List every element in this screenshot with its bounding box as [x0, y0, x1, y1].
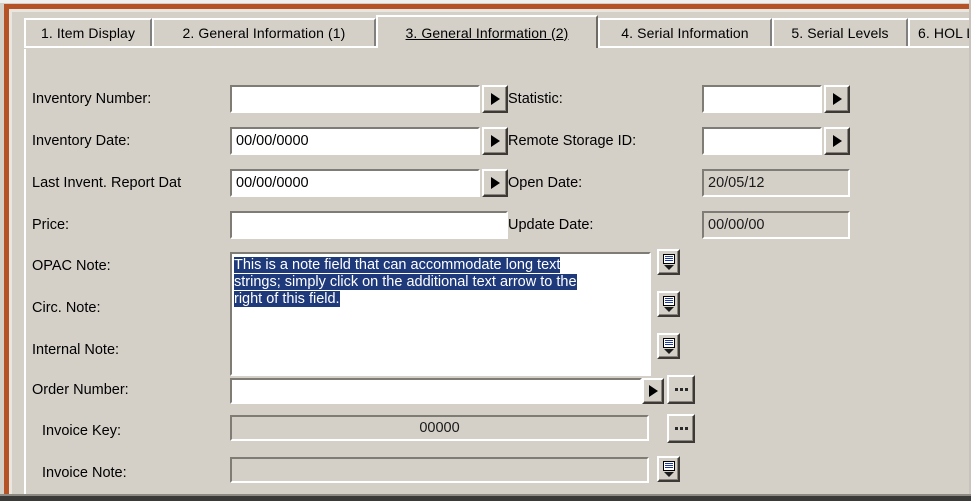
client-area: 1. Item Display 2. General Information (… — [12, 12, 971, 494]
tab-panel-left-bevel — [24, 49, 26, 494]
label-last-invent-report-date: Last Invent. Report Dat — [32, 176, 182, 191]
note-line: strings; simply click on the additional … — [234, 273, 649, 290]
input-invoice-key: 00000 — [230, 415, 649, 441]
label-price: Price: — [32, 217, 70, 233]
tab-strip: 1. Item Display 2. General Information (… — [24, 15, 971, 48]
label-invoice-key: Invoice Key: — [42, 423, 121, 439]
label-opac-note: OPAC Note: — [32, 258, 111, 274]
input-value: 20/05/12 — [708, 175, 765, 191]
application-window: 1. Item Display 2. General Information (… — [0, 0, 971, 501]
right-triangle-icon — [490, 93, 500, 105]
dropdown-button-last-invent-report-date[interactable] — [482, 169, 508, 197]
dropdown-button-inventory-date[interactable] — [482, 127, 508, 155]
note-line-text: This is a note field that can accommodat… — [234, 257, 561, 273]
browse-button-invoice-key[interactable] — [667, 414, 695, 443]
right-triangle-icon — [490, 135, 500, 147]
ellipsis-icon — [674, 427, 688, 430]
label-internal-note: Internal Note: — [32, 342, 120, 358]
expand-text-icon — [662, 460, 675, 478]
dropdown-button-remote-storage-id[interactable] — [824, 127, 850, 155]
right-triangle-icon — [832, 93, 842, 105]
tab-label: 4. Serial Information — [621, 25, 749, 41]
label-order-number: Order Number: — [32, 382, 129, 398]
right-triangle-icon — [490, 177, 500, 189]
window-frame-bottom — [0, 496, 971, 501]
expand-text-icon — [662, 295, 675, 313]
input-inventory-number[interactable] — [230, 85, 480, 113]
expand-button-invoice-note[interactable] — [657, 456, 680, 482]
tab-label: 5. Serial Levels — [791, 25, 889, 41]
tab-serial-information[interactable]: 4. Serial Information — [598, 18, 772, 46]
right-triangle-icon — [832, 135, 842, 147]
label-remote-storage-id: Remote Storage ID: — [508, 133, 637, 149]
input-value: 00/00/0000 — [236, 175, 309, 191]
textarea-opac-note[interactable]: This is a note field that can accommodat… — [230, 252, 651, 376]
dropdown-button-statistic[interactable] — [824, 85, 850, 113]
tab-label: 6. HOL Lin — [918, 25, 971, 41]
note-line: This is a note field that can accommodat… — [234, 256, 649, 273]
tab-general-information-2[interactable]: 3. General Information (2) — [376, 15, 598, 48]
label-invoice-note: Invoice Note: — [42, 465, 127, 481]
tab-label: 3. General Information (2) — [405, 24, 569, 41]
note-line: right of this field. — [234, 290, 649, 307]
label-circ-note: Circ. Note: — [32, 300, 101, 316]
input-update-date: 00/00/00 — [702, 211, 850, 239]
right-triangle-icon — [648, 385, 658, 397]
input-last-invent-report-date[interactable]: 00/00/0000 — [230, 169, 480, 197]
ellipsis-icon — [674, 388, 688, 391]
tab-item-display[interactable]: 1. Item Display — [24, 18, 152, 46]
input-open-date: 20/05/12 — [702, 169, 850, 197]
tab-serial-levels[interactable]: 5. Serial Levels — [772, 18, 908, 46]
expand-text-icon — [662, 253, 675, 271]
dropdown-button-inventory-number[interactable] — [482, 85, 508, 113]
browse-button-order-number[interactable] — [667, 375, 695, 404]
window-frame-top — [0, 0, 971, 3]
input-order-number[interactable] — [230, 378, 642, 404]
input-price[interactable] — [230, 211, 508, 239]
label-statistic: Statistic: — [508, 91, 563, 107]
tab-general-information-1[interactable]: 2. General Information (1) — [152, 18, 376, 46]
label-open-date: Open Date: — [508, 175, 583, 191]
expand-button-internal-note[interactable] — [657, 333, 680, 359]
label-inventory-date: Inventory Date: — [32, 133, 131, 149]
expand-button-opac-note[interactable] — [657, 249, 680, 275]
input-statistic[interactable] — [702, 85, 822, 113]
tab-label: 1. Item Display — [40, 25, 136, 41]
note-line-text: strings; simply click on the additional … — [234, 274, 577, 290]
note-line-text: right of this field. — [234, 291, 340, 307]
input-value: 00/00/0000 — [236, 133, 309, 149]
input-value: 00/00/00 — [708, 217, 765, 233]
expand-button-circ-note[interactable] — [657, 291, 680, 317]
tab-label: 2. General Information (1) — [182, 25, 346, 41]
input-remote-storage-id[interactable] — [702, 127, 822, 155]
input-invoice-note — [230, 457, 649, 483]
input-value: 00000 — [419, 420, 460, 436]
input-inventory-date[interactable]: 00/00/0000 — [230, 127, 480, 155]
dropdown-button-order-number[interactable] — [642, 378, 664, 404]
tab-hol-links[interactable]: 6. HOL Lin — [908, 18, 971, 46]
expand-text-icon — [662, 337, 675, 355]
label-inventory-number: Inventory Number: — [32, 91, 152, 107]
label-update-date: Update Date: — [508, 217, 594, 233]
